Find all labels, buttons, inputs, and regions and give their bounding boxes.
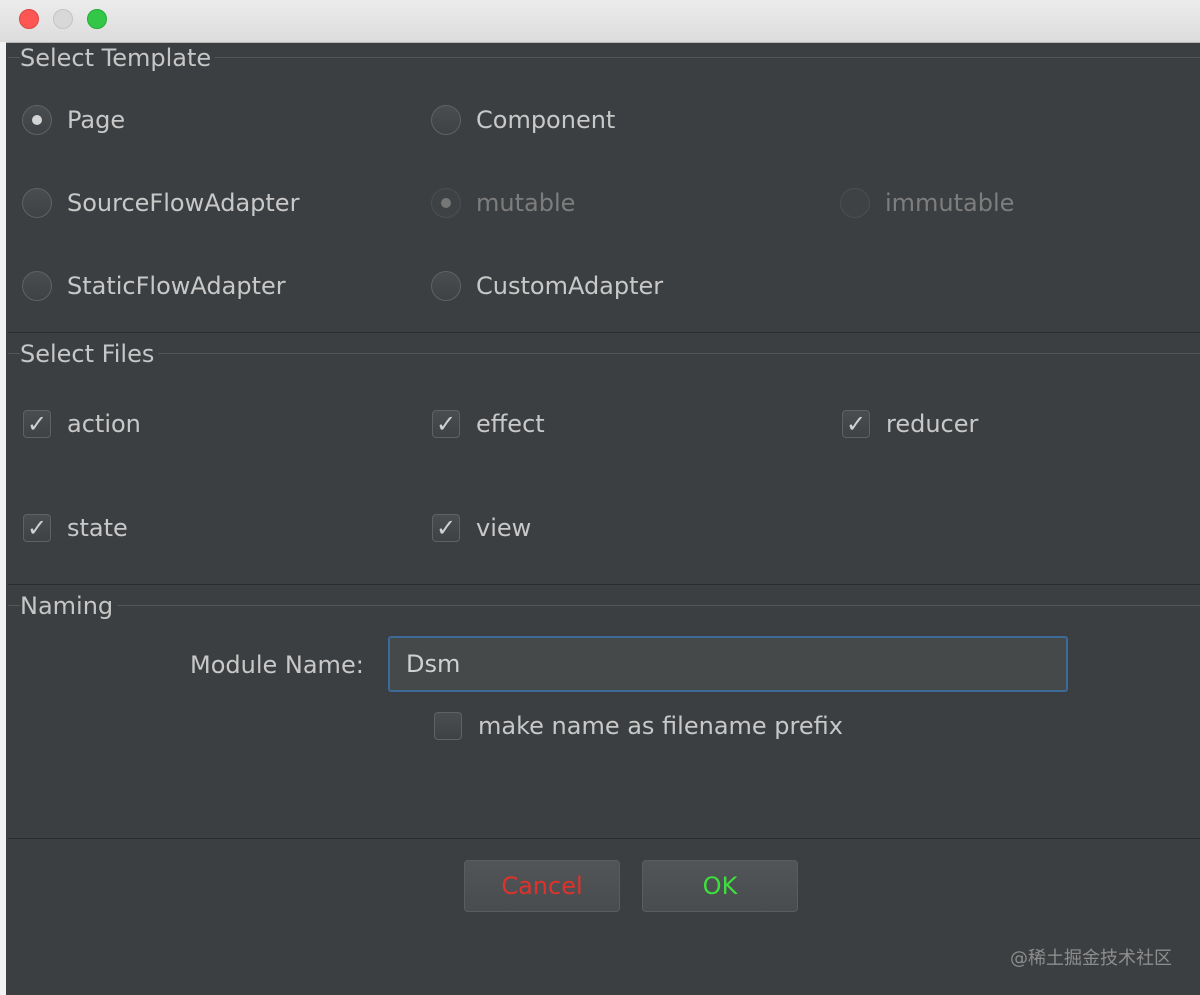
group-border xyxy=(8,353,1200,354)
radio-label: StaticFlowAdapter xyxy=(67,272,286,300)
checkbox-state[interactable]: ✓ state xyxy=(23,508,128,548)
checkbox-filename-prefix[interactable]: make name as filename prefix xyxy=(434,706,843,746)
radio-label: SourceFlowAdapter xyxy=(67,189,300,217)
checkbox-effect[interactable]: ✓ effect xyxy=(432,404,545,444)
radio-indicator xyxy=(431,188,461,218)
checkbox-label: make name as filename prefix xyxy=(478,712,843,740)
radio-static-flow-adapter[interactable]: StaticFlowAdapter xyxy=(22,266,286,306)
maximize-window-button[interactable] xyxy=(87,9,107,29)
radio-indicator xyxy=(22,105,52,135)
checkmark-icon: ✓ xyxy=(23,410,51,438)
checkmark-icon: ✓ xyxy=(23,514,51,542)
select-template-group: Select Template Page Component SourceFlo… xyxy=(8,44,1200,333)
naming-legend: Naming xyxy=(20,592,118,620)
radio-label: Page xyxy=(67,106,126,134)
radio-label: CustomAdapter xyxy=(476,272,664,300)
radio-label: mutable xyxy=(476,189,576,217)
select-template-legend: Select Template xyxy=(20,44,216,72)
module-name-input[interactable] xyxy=(388,636,1068,692)
radio-source-flow-adapter[interactable]: SourceFlowAdapter xyxy=(22,183,299,223)
radio-label: immutable xyxy=(885,189,1015,217)
radio-custom-adapter[interactable]: CustomAdapter xyxy=(431,266,663,306)
radio-component[interactable]: Component xyxy=(431,100,615,140)
close-window-button[interactable] xyxy=(19,9,39,29)
radio-indicator xyxy=(22,271,52,301)
cancel-button[interactable]: Cancel xyxy=(464,860,620,912)
checkmark-icon: ✓ xyxy=(842,410,870,438)
watermark: @稀土掘金技术社区 xyxy=(1010,948,1172,969)
group-border xyxy=(8,605,1200,606)
radio-indicator xyxy=(431,271,461,301)
checkbox-label: effect xyxy=(476,410,545,438)
radio-indicator xyxy=(431,105,461,135)
radio-immutable: immutable xyxy=(840,183,1014,223)
checkmark-icon: ✓ xyxy=(432,410,460,438)
radio-page[interactable]: Page xyxy=(22,100,125,140)
radio-indicator xyxy=(22,188,52,218)
minimize-window-button[interactable] xyxy=(53,9,73,29)
checkbox-label: state xyxy=(67,514,128,542)
checkbox-reducer[interactable]: ✓ reducer xyxy=(842,404,978,444)
checkbox-view[interactable]: ✓ view xyxy=(432,508,531,548)
checkbox-action[interactable]: ✓ action xyxy=(23,404,141,444)
select-files-legend: Select Files xyxy=(20,340,159,368)
select-files-group: Select Files ✓ action ✓ effect ✓ reducer… xyxy=(8,340,1200,585)
window-left-edge xyxy=(0,42,6,995)
title-bar xyxy=(0,0,1200,43)
checkbox-box xyxy=(434,712,462,740)
ok-button[interactable]: OK xyxy=(642,860,798,912)
checkbox-label: view xyxy=(476,514,532,542)
checkbox-label: action xyxy=(67,410,141,438)
radio-label: Component xyxy=(476,106,616,134)
radio-indicator xyxy=(840,188,870,218)
radio-mutable: mutable xyxy=(431,183,575,223)
module-name-label: Module Name: xyxy=(190,651,364,679)
checkmark-icon: ✓ xyxy=(432,514,460,542)
checkbox-label: reducer xyxy=(886,410,979,438)
